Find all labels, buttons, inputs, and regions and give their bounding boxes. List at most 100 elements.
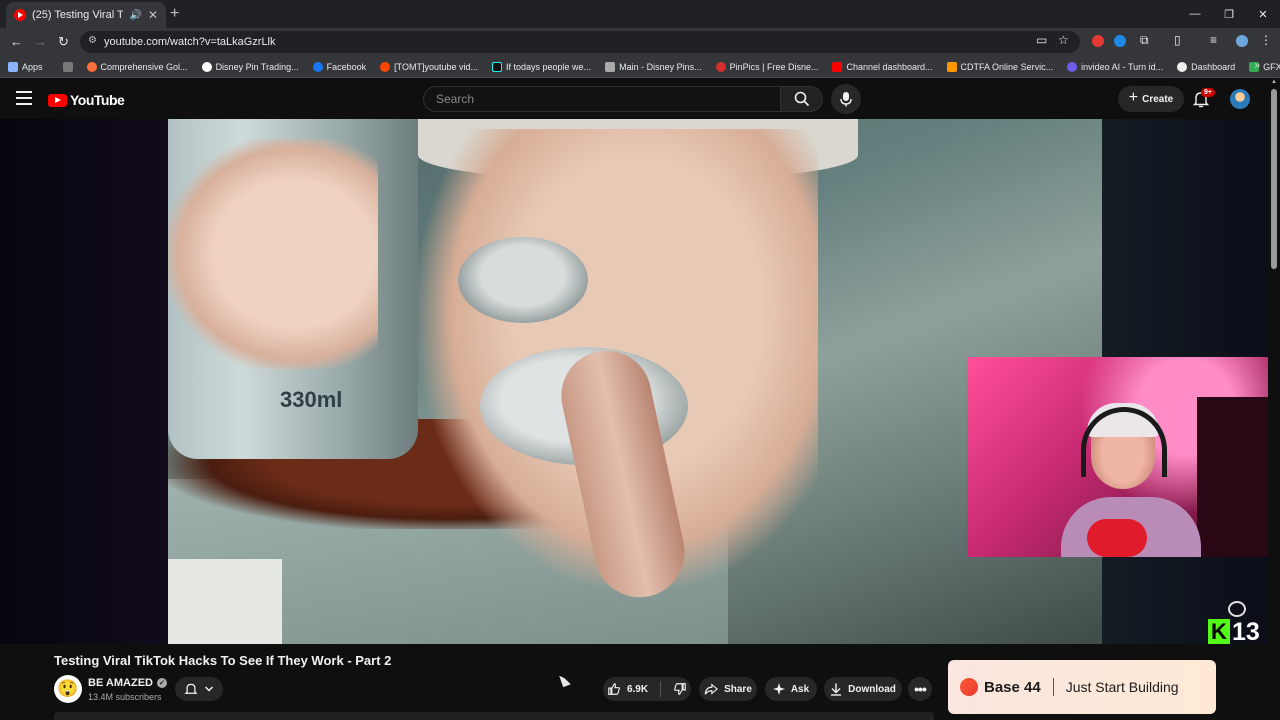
scroll-up-icon[interactable]: ▲ (1271, 79, 1277, 85)
video-fingers (168, 139, 378, 369)
video-can-lid (458, 237, 588, 323)
browser-tabstrip: (25) Testing Viral TikTok Ha 🔊 ✕ + — ❐ ✕ (0, 0, 1280, 28)
side-panel-icon[interactable]: ▯ (1174, 33, 1181, 47)
extension-icon[interactable] (1114, 35, 1126, 47)
microphone-icon (840, 92, 852, 107)
more-actions-button[interactable]: ••• (908, 677, 932, 701)
ad-divider (1052, 678, 1054, 696)
more-horizontal-icon: ••• (914, 681, 927, 697)
player-background (0, 119, 168, 644)
create-button[interactable]: + Create (1118, 86, 1184, 112)
profile-icon[interactable] (1236, 35, 1248, 47)
kick-counter: K 13 (1208, 601, 1260, 644)
bookmark-item[interactable]: Dashboard (1177, 61, 1235, 72)
tiktok-icon (492, 61, 503, 72)
extension-icon[interactable] (1092, 35, 1104, 47)
bookmark-item[interactable]: Apps (8, 61, 43, 72)
bookmark-item[interactable] (62, 61, 73, 72)
youtube-logo[interactable]: YouTube (48, 92, 125, 108)
bookmark-favicon (605, 61, 616, 72)
like-separator (660, 681, 662, 697)
bookmark-favicon (86, 61, 97, 72)
robot-icon (1228, 601, 1246, 617)
apps-grid-icon (8, 61, 18, 72)
description-panel-edge (54, 712, 934, 720)
share-button[interactable]: Share (699, 677, 757, 701)
notification-count-badge: 9+ (1201, 88, 1215, 97)
close-window-button[interactable]: ✕ (1246, 0, 1280, 28)
bookmark-item[interactable]: Channel dashboard... (832, 61, 933, 72)
address-text: youtube.com/watch?v=taLkaGzrLlk (104, 36, 276, 48)
can-label: 330ml (280, 387, 343, 412)
forward-icon[interactable]: → (34, 34, 47, 49)
hamburger-menu-icon[interactable] (16, 91, 32, 105)
reload-icon[interactable]: ↻ (58, 34, 69, 50)
speaker-icon[interactable]: 🔊 (129, 10, 141, 21)
scrollbar-thumb[interactable] (1271, 89, 1277, 269)
ad-tagline: Just Start Building (1065, 679, 1179, 695)
media-controls-icon[interactable]: ≡ (1210, 33, 1217, 47)
channel-name[interactable]: BE AMAZED ✓ (88, 677, 167, 689)
subscribed-bell-button[interactable] (175, 677, 223, 701)
ad-brand: Base 44 (984, 678, 1041, 696)
site-info-icon[interactable]: ⚙ (88, 35, 97, 46)
bookmark-star-icon[interactable]: ☆ (1058, 33, 1069, 47)
share-icon (704, 683, 719, 695)
search-input[interactable] (436, 92, 780, 106)
base44-logo-icon (960, 678, 978, 696)
video-player[interactable]: 330ml K 13 (0, 119, 1268, 644)
thumbs-up-icon (608, 683, 620, 695)
bookmark-item[interactable]: Facebook (312, 61, 366, 72)
dislike-button[interactable] (673, 682, 687, 696)
bookmark-item[interactable]: Disney Pin Trading... (201, 61, 299, 72)
ask-button[interactable]: Ask (765, 677, 817, 701)
search-button[interactable] (781, 86, 823, 112)
kick-count: 13 (1232, 618, 1260, 644)
search-icon (794, 91, 809, 107)
youtube-favicon-icon (14, 9, 26, 21)
verified-check-icon: ✓ (156, 678, 167, 688)
page-scrollbar[interactable]: ▲ (1270, 79, 1278, 720)
browser-toolbar: ← → ↻ ⚙ youtube.com/watch?v=taLkaGzrLlk … (0, 28, 1280, 56)
sparkle-icon (772, 683, 785, 695)
extensions-puzzle-icon[interactable]: ⧉ (1140, 33, 1149, 48)
restore-button[interactable]: ❐ (1212, 0, 1246, 28)
download-icon (831, 683, 842, 696)
search-box (423, 86, 781, 112)
bookmark-item[interactable]: If todays people we... (492, 61, 591, 72)
bookmark-item[interactable]: PinPics | Free Disne... (715, 61, 818, 72)
video-frame[interactable]: 330ml (168, 119, 1102, 644)
back-icon[interactable]: ← (10, 34, 23, 49)
reddit-icon (380, 61, 391, 72)
like-button[interactable]: 6.9K (607, 682, 648, 696)
pinpics-icon (715, 61, 726, 72)
bookmark-item[interactable]: Main - Disney Pins... (605, 61, 702, 72)
minimize-button[interactable]: — (1178, 0, 1212, 28)
account-avatar[interactable] (1230, 89, 1250, 109)
cast-icon[interactable]: ▭ (1036, 33, 1047, 47)
streamer-webcam-overlay (967, 357, 1268, 557)
browser-tab[interactable]: (25) Testing Viral TikTok Ha 🔊 ✕ (6, 2, 166, 28)
address-bar[interactable]: ⚙ youtube.com/watch?v=taLkaGzrLlk (80, 31, 1080, 53)
bookmark-item[interactable]: invideo AI - Turn id... (1067, 61, 1163, 72)
video-title: Testing Viral TikTok Hacks To See If The… (54, 653, 392, 668)
like-dislike-group: 6.9K (603, 677, 691, 701)
close-tab-icon[interactable]: ✕ (148, 8, 158, 22)
subscriber-count: 13.4M subscribers (88, 692, 162, 702)
more-bookmarks-icon[interactable]: » (1254, 60, 1260, 71)
sponsored-ad-banner[interactable]: Base 44 Just Start Building (948, 660, 1216, 714)
bookmark-item[interactable]: [TOMT]youtube vid... (380, 61, 478, 72)
channel-avatar[interactable]: 😲 (54, 675, 82, 703)
voice-search-button[interactable] (831, 84, 861, 114)
download-button[interactable]: Download (824, 677, 902, 701)
window-controls: — ❐ ✕ (1178, 0, 1280, 28)
dashboard-icon (1177, 61, 1188, 72)
bookmark-item[interactable]: CDTFA Online Servic... (946, 61, 1053, 72)
youtube-play-icon (48, 93, 67, 107)
video-paper (168, 559, 282, 644)
plus-icon: + (1128, 89, 1139, 106)
chevron-down-icon (204, 686, 214, 692)
new-tab-button[interactable]: + (170, 5, 179, 23)
menu-icon[interactable]: ⋮ (1260, 33, 1272, 47)
bookmark-item[interactable]: Comprehensive Gol... (86, 61, 188, 72)
